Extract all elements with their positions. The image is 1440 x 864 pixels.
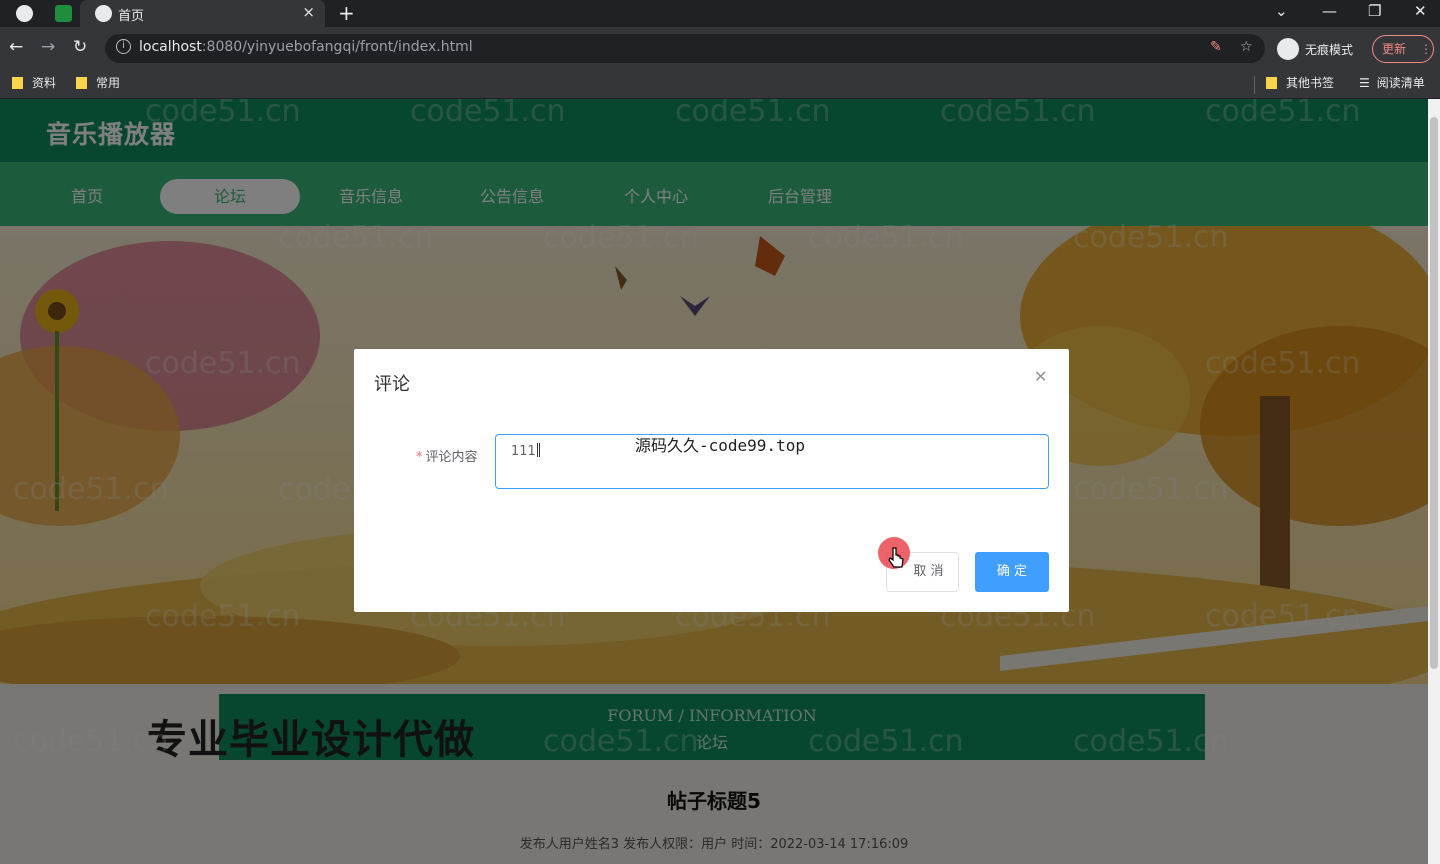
browser-tab[interactable]: 首页 × — [80, 0, 325, 27]
bookmark-folder-ziliao[interactable]: 资料 — [12, 74, 56, 91]
comment-dialog: 评论 ✕ * 评论内容 111 源码久久-code99.top 取 消 确 定 — [354, 349, 1069, 612]
browser-menu-icon[interactable] — [16, 5, 33, 22]
browser-tab-bar: 首页 × + ⌄ — ❐ ✕ — [0, 0, 1440, 27]
hand-cursor-icon — [888, 547, 904, 568]
forward-icon[interactable]: → — [41, 37, 55, 57]
restore-icon[interactable]: ❐ — [1368, 2, 1381, 20]
tab-title: 首页 — [118, 9, 145, 24]
bookmark-folder-changyong[interactable]: 常用 — [76, 74, 120, 91]
reload-icon[interactable]: ↻ — [73, 37, 87, 57]
incognito-icon[interactable] — [1277, 38, 1299, 60]
folder-icon — [1266, 77, 1277, 89]
reading-list[interactable]: ☰ 阅读清单 — [1359, 74, 1425, 91]
reading-list-icon: ☰ — [1359, 76, 1370, 90]
folder-icon — [12, 77, 23, 89]
url-bar[interactable]: i localhost:8080/yinyuebofangqi/front/in… — [105, 34, 1265, 63]
url-text[interactable]: localhost:8080/yinyuebofangqi/front/inde… — [139, 39, 473, 55]
bookmark-divider — [1254, 76, 1255, 94]
text-caret — [536, 443, 538, 457]
new-tab-icon[interactable]: + — [338, 1, 355, 25]
translate-icon[interactable]: ✎ — [1210, 39, 1222, 55]
bookmark-star-icon[interactable]: ☆ — [1240, 39, 1253, 55]
close-icon[interactable]: ✕ — [1034, 367, 1047, 386]
folder-icon — [76, 77, 87, 89]
back-icon[interactable]: ← — [9, 37, 23, 57]
comment-value: 111 — [511, 443, 540, 459]
window-close-icon[interactable]: ✕ — [1414, 2, 1427, 20]
bookmarks-bar: 资料 常用 其他书签 ☰ 阅读清单 — [0, 70, 1440, 99]
bookmark-other[interactable]: 其他书签 — [1266, 74, 1334, 91]
globe-icon — [95, 5, 112, 22]
scrollbar-thumb[interactable] — [1430, 117, 1438, 669]
dialog-title: 评论 — [374, 374, 410, 395]
comment-label: * 评论内容 — [416, 450, 478, 465]
site-info-icon[interactable]: i — [116, 39, 131, 54]
tab-search-icon[interactable]: ⌄ — [1275, 2, 1288, 20]
incognito-label: 无痕模式 — [1305, 43, 1354, 57]
update-button[interactable]: 更新 ⋮ — [1372, 35, 1434, 63]
address-toolbar: ← → ↻ i localhost:8080/yinyuebofangqi/fr… — [0, 27, 1440, 70]
pinned-tab-icon[interactable] — [55, 5, 72, 22]
minimize-icon[interactable]: — — [1322, 2, 1337, 20]
tab-close-icon[interactable]: × — [302, 3, 315, 21]
confirm-button[interactable]: 确 定 — [975, 552, 1049, 592]
required-mark: * — [416, 450, 423, 465]
page-scrollbar[interactable] — [1428, 99, 1440, 864]
text-caret — [538, 443, 540, 457]
overlay-watermark-text: 源码久久-code99.top — [635, 436, 805, 455]
